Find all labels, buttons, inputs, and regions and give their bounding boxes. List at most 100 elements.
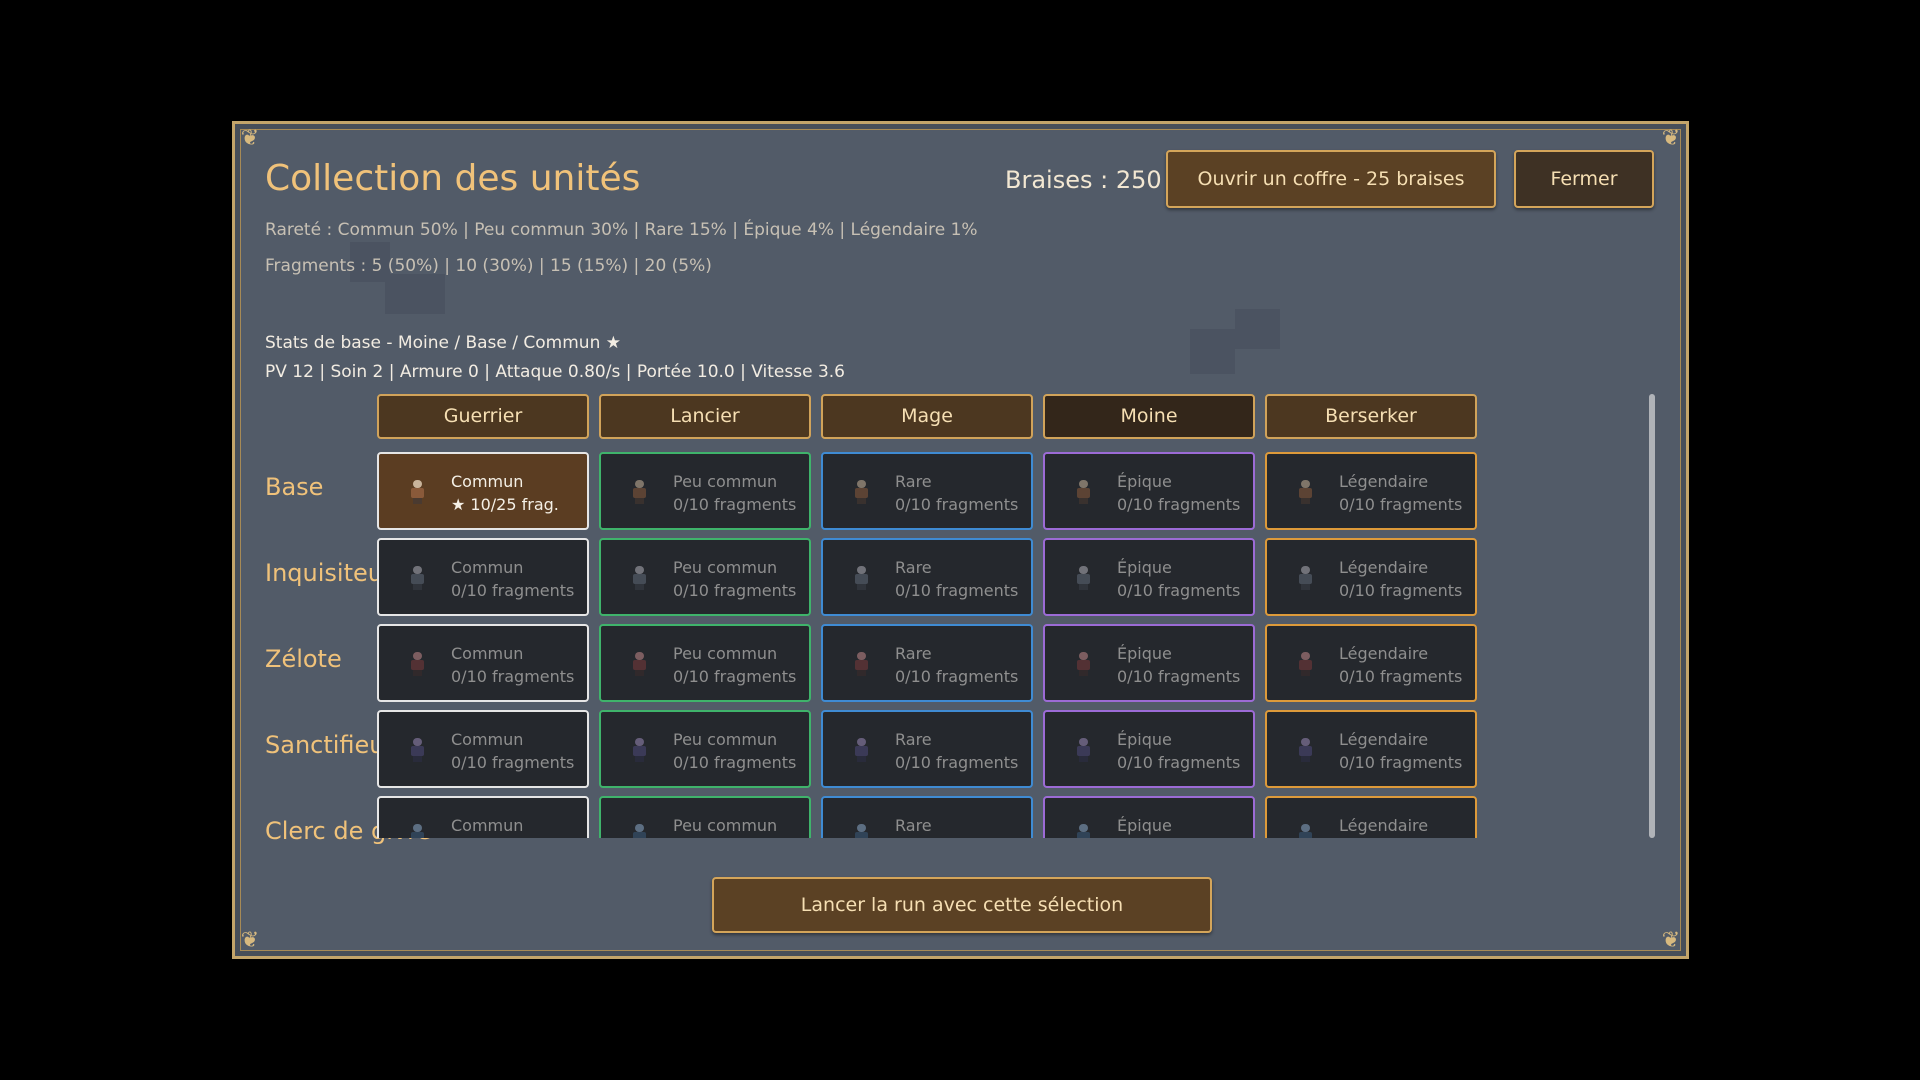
unit-grid: Commun ★ 10/25 frag. Peu commun 0/10 fragme… (235, 444, 1665, 838)
launch-run-button[interactable]: Lancer la run avec cette sélection (712, 877, 1212, 933)
corner-ornament-icon: ❦ (1661, 928, 1681, 953)
cell-rarity: Peu commun (673, 730, 778, 749)
cell-fragments: 0/10 fragments (1117, 837, 1240, 838)
unit-cell[interactable]: Rare 0/10 fragments (821, 710, 1033, 788)
cell-fragments: 0/10 fragments (1117, 753, 1241, 772)
unit-cell[interactable]: Commun ★ 10/25 frag. (377, 452, 589, 530)
cell-rarity: Épique (1117, 558, 1172, 577)
unit-sprite-icon (853, 652, 869, 676)
unit-sprite-icon (631, 480, 647, 504)
unit-cell[interactable]: Peu commun 0/10 fragments (599, 710, 811, 788)
cell-rarity: Rare (895, 558, 932, 577)
unit-sprite-icon (409, 480, 425, 504)
fragment-odds-text: Fragments : 5 (50%) | 10 (30%) | 15 (15%… (265, 256, 712, 276)
class-tab-1[interactable]: Lancier (599, 394, 811, 439)
cell-rarity: Épique (1117, 472, 1172, 491)
cell-fragments: 0/10 fragments (895, 667, 1019, 686)
unit-cell[interactable]: Épique 0/10 fragments (1043, 710, 1255, 788)
cell-fragments: 0/10 fragments (673, 667, 797, 686)
unit-sprite-icon (1075, 652, 1091, 676)
class-tab-0[interactable]: Guerrier (377, 394, 589, 439)
unit-cell[interactable]: Peu commun 0/10 fragments (599, 624, 811, 702)
unit-sprite-icon (631, 566, 647, 590)
class-tab-3[interactable]: Moine (1043, 394, 1255, 439)
collection-panel: ❦ ❦ ❦ ❦ Collection des unités Braises : … (232, 121, 1689, 959)
cell-rarity: Commun (451, 472, 524, 491)
background-decoration (385, 274, 445, 314)
cell-rarity: Légendaire (1339, 558, 1429, 577)
cell-fragments: 0/10 fragments (673, 837, 796, 838)
unit-cell[interactable]: Peu commun 0/10 fragments (599, 538, 811, 616)
cell-fragments: 0/10 fragments (1339, 753, 1463, 772)
unit-cell[interactable]: Légendaire 0/10 fragments (1265, 710, 1477, 788)
unit-cell[interactable]: Commun 0/10 fragments (377, 624, 589, 702)
unit-cell[interactable]: Rare 0/10 fragments (821, 796, 1033, 838)
unit-cell[interactable]: Rare 0/10 fragments (821, 624, 1033, 702)
cell-fragments: 0/10 fragments (895, 837, 1018, 838)
cell-fragments: ★ 10/25 frag. (451, 495, 559, 514)
cell-fragments: 0/10 fragments (1117, 667, 1241, 686)
corner-ornament-icon: ❦ (240, 928, 260, 953)
cell-rarity: Peu commun (673, 816, 778, 835)
unit-cell[interactable]: Légendaire 0/10 fragments (1265, 624, 1477, 702)
unit-cell[interactable]: Légendaire 0/10 fragments (1265, 796, 1477, 838)
cell-rarity: Commun (451, 644, 524, 663)
cell-rarity: Épique (1117, 816, 1172, 835)
unit-cell[interactable]: Épique 0/10 fragments (1043, 452, 1255, 530)
scrollbar-thumb[interactable] (1649, 394, 1655, 838)
unit-sprite-icon (1297, 738, 1313, 762)
unit-sprite-icon (1075, 738, 1091, 762)
cell-rarity: Rare (895, 644, 932, 663)
cell-fragments: 0/10 fragments (1339, 581, 1463, 600)
cell-rarity: Rare (895, 472, 932, 491)
base-stats-values: PV 12 | Soin 2 | Armure 0 | Attaque 0.80… (265, 362, 845, 382)
class-tab-4[interactable]: Berserker (1265, 394, 1477, 439)
unit-sprite-icon (1297, 566, 1313, 590)
unit-cell[interactable]: Légendaire 0/10 fragments (1265, 538, 1477, 616)
unit-cell[interactable]: Épique 0/10 fragments (1043, 538, 1255, 616)
unit-cell[interactable]: Peu commun 0/10 fragments (599, 452, 811, 530)
cell-rarity: Commun (451, 730, 524, 749)
cell-fragments: 0/10 fragments (673, 495, 797, 514)
cell-fragments: 0/10 fragments (895, 581, 1019, 600)
unit-sprite-icon (853, 824, 869, 838)
cell-fragments: 0/10 fragments (895, 495, 1019, 514)
unit-cell[interactable]: Épique 0/10 fragments (1043, 796, 1255, 838)
base-stats-title: Stats de base - Moine / Base / Commun ★ (265, 333, 621, 353)
embers-counter: Braises : 250 (1005, 166, 1162, 194)
unit-sprite-icon (631, 824, 647, 838)
cell-fragments: 0/10 fragments (451, 837, 574, 838)
unit-sprite-icon (409, 652, 425, 676)
class-tab-2[interactable]: Mage (821, 394, 1033, 439)
unit-cell[interactable]: Rare 0/10 fragments (821, 538, 1033, 616)
cell-fragments: 0/10 fragments (673, 581, 797, 600)
unit-sprite-icon (1297, 480, 1313, 504)
cell-fragments: 0/10 fragments (1339, 837, 1462, 838)
background-decoration (1235, 309, 1280, 349)
unit-sprite-icon (853, 480, 869, 504)
unit-sprite-icon (409, 566, 425, 590)
unit-sprite-icon (1297, 652, 1313, 676)
unit-sprite-icon (631, 652, 647, 676)
unit-sprite-icon (409, 738, 425, 762)
unit-sprite-icon (853, 738, 869, 762)
unit-cell[interactable]: Commun 0/10 fragments (377, 710, 589, 788)
cell-fragments: 0/10 fragments (451, 753, 575, 772)
unit-cell[interactable]: Peu commun 0/10 fragments (599, 796, 811, 838)
close-button[interactable]: Fermer (1514, 150, 1654, 208)
unit-sprite-icon (853, 566, 869, 590)
cell-rarity: Légendaire (1339, 730, 1429, 749)
cell-fragments: 0/10 fragments (1339, 495, 1463, 514)
unit-cell[interactable]: Commun 0/10 fragments (377, 796, 589, 838)
open-chest-button[interactable]: Ouvrir un coffre - 25 braises (1166, 150, 1496, 208)
cell-rarity: Commun (451, 558, 524, 577)
unit-cell[interactable]: Rare 0/10 fragments (821, 452, 1033, 530)
cell-rarity: Épique (1117, 730, 1172, 749)
unit-cell[interactable]: Épique 0/10 fragments (1043, 624, 1255, 702)
page-title: Collection des unités (265, 158, 641, 199)
cell-fragments: 0/10 fragments (673, 753, 797, 772)
unit-cell[interactable]: Commun 0/10 fragments (377, 538, 589, 616)
unit-sprite-icon (1075, 566, 1091, 590)
unit-cell[interactable]: Légendaire 0/10 fragments (1265, 452, 1477, 530)
cell-rarity: Commun (451, 816, 524, 835)
